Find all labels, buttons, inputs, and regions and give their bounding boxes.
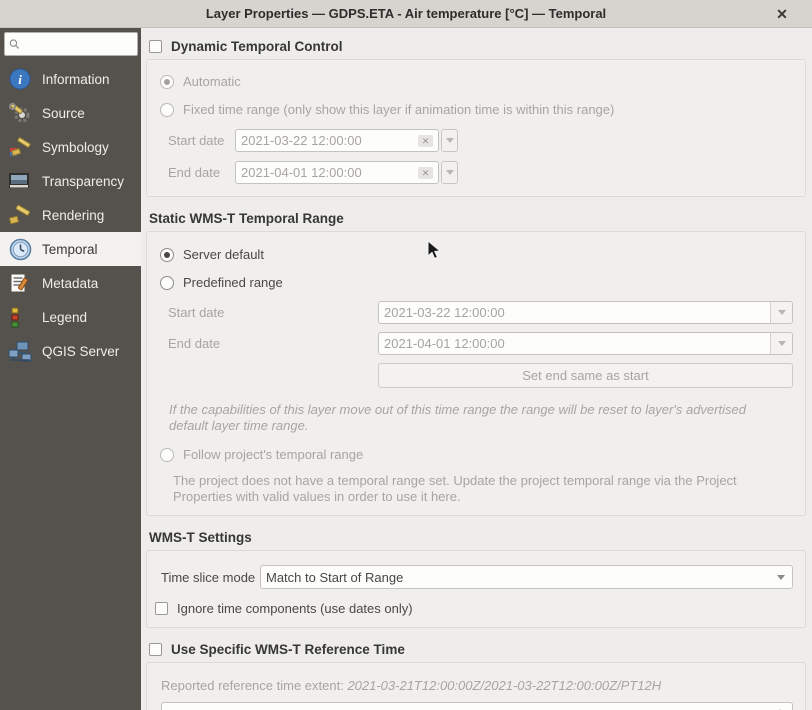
- reference-time-panel: Reported reference time extent: 2021-03-…: [146, 662, 806, 710]
- legend-icon: [7, 305, 33, 329]
- dropdown-button[interactable]: [770, 302, 792, 323]
- dynamic-temporal-control-panel: Automatic Fixed time range (only show th…: [146, 59, 806, 197]
- predefined-range-radio[interactable]: [160, 276, 174, 290]
- predefined-range-label: Predefined range: [183, 275, 283, 290]
- calendar-dropdown-button[interactable]: [441, 129, 458, 152]
- chevron-down-icon: [446, 170, 454, 175]
- chevron-down-icon: [777, 575, 785, 580]
- automatic-label: Automatic: [183, 74, 241, 89]
- time-slice-mode-combobox[interactable]: Match to Start of Range: [260, 565, 793, 589]
- chevron-down-icon: [778, 310, 786, 315]
- section-title: Static WMS-T Temporal Range: [149, 211, 344, 226]
- automatic-radio[interactable]: [160, 75, 174, 89]
- start-date-value: 2021-03-22 12:00:00: [384, 305, 505, 320]
- dropdown-button[interactable]: [770, 333, 792, 354]
- sidebar-item-metadata[interactable]: Metadata: [0, 266, 141, 300]
- dynamic-temporal-control-header: Dynamic Temporal Control: [141, 30, 812, 59]
- follow-project-range-label: Follow project's temporal range: [183, 447, 363, 462]
- start-date-label: Start date: [168, 133, 235, 148]
- sidebar-item-label: QGIS Server: [42, 344, 119, 359]
- qgis-server-icon: [7, 339, 33, 363]
- start-date-field[interactable]: 2021-03-22 12:00:00: [378, 301, 793, 324]
- sidebar-item-label: Information: [42, 72, 110, 87]
- ignore-time-components-checkbox[interactable]: [155, 602, 168, 615]
- capabilities-note: If the capabilities of this layer move o…: [169, 402, 759, 434]
- close-icon[interactable]: ✕: [772, 4, 792, 24]
- project-range-note: The project does not have a temporal ran…: [173, 473, 759, 505]
- chevron-down-icon: [778, 341, 786, 346]
- ignore-time-components-label: Ignore time components (use dates only): [177, 601, 413, 616]
- static-wmst-range-panel: Server default Predefined range Start da…: [146, 231, 806, 516]
- start-date-value: 2021-03-22 12:00:00: [241, 133, 362, 148]
- sidebar-item-symbology[interactable]: Symbology: [0, 130, 141, 164]
- dropdown-button[interactable]: [770, 566, 792, 588]
- sidebar-item-source[interactable]: Source: [0, 96, 141, 130]
- reference-extent-prefix: Reported reference time extent:: [161, 678, 347, 693]
- dynamic-temporal-control-checkbox[interactable]: [149, 40, 162, 53]
- reference-extent-text: Reported reference time extent: 2021-03-…: [161, 678, 661, 694]
- static-wmst-range-header: Static WMS-T Temporal Range: [141, 203, 812, 231]
- search-input[interactable]: [24, 37, 133, 52]
- time-slice-mode-value: Match to Start of Range: [266, 570, 403, 585]
- symbology-icon: [7, 135, 33, 159]
- start-date-field[interactable]: 2021-03-22 12:00:00 ✕: [235, 129, 439, 152]
- sidebar-item-rendering[interactable]: Rendering: [0, 198, 141, 232]
- sidebar-item-label: Temporal: [42, 242, 98, 257]
- wmst-settings-panel: Time slice mode Match to Start of Range …: [146, 550, 806, 628]
- fixed-time-range-label: Fixed time range (only show this layer i…: [183, 102, 614, 117]
- end-date-value: 2021-04-01 12:00:00: [384, 336, 505, 351]
- source-icon: [7, 101, 33, 125]
- sidebar-item-label: Rendering: [42, 208, 104, 223]
- reference-time-value: 2021-03-21 12:00:00: [167, 707, 288, 710]
- sidebar-item-temporal[interactable]: Temporal: [0, 232, 141, 266]
- fixed-time-range-radio[interactable]: [160, 103, 174, 117]
- end-date-field[interactable]: 2021-04-01 12:00:00 ✕: [235, 161, 439, 184]
- follow-project-range-radio[interactable]: [160, 448, 174, 462]
- information-icon: i: [7, 67, 33, 91]
- chevron-down-icon: [446, 138, 454, 143]
- calendar-dropdown-button[interactable]: [441, 161, 458, 184]
- use-reference-time-checkbox[interactable]: [149, 643, 162, 656]
- metadata-icon: [7, 271, 33, 295]
- end-date-value: 2021-04-01 12:00:00: [241, 165, 362, 180]
- sidebar-item-label: Metadata: [42, 276, 98, 291]
- end-date-field[interactable]: 2021-04-01 12:00:00: [378, 332, 793, 355]
- titlebar: Layer Properties — GDPS.ETA - Air temper…: [0, 0, 812, 28]
- sidebar-item-information[interactable]: i Information: [0, 62, 141, 96]
- time-slice-mode-label: Time slice mode: [161, 570, 255, 585]
- mouse-cursor: [427, 240, 443, 262]
- temporal-properties-page: Dynamic Temporal Control Automatic Fixed…: [141, 28, 812, 710]
- wmst-settings-header: WMS-T Settings: [141, 522, 812, 550]
- sidebar-item-transparency[interactable]: Transparency: [0, 164, 141, 198]
- server-default-radio[interactable]: [160, 248, 174, 262]
- sidebar-item-legend[interactable]: Legend: [0, 300, 141, 334]
- sidebar: i Information Source Symbology Transpare…: [0, 28, 141, 710]
- start-date-label: Start date: [168, 305, 224, 320]
- svg-text:i: i: [18, 72, 22, 87]
- window-title: Layer Properties — GDPS.ETA - Air temper…: [206, 6, 606, 21]
- temporal-icon: [7, 237, 33, 261]
- sidebar-item-label: Legend: [42, 310, 87, 325]
- button-label: Set end same as start: [522, 368, 648, 383]
- server-default-label: Server default: [183, 247, 264, 262]
- reference-time-field[interactable]: 2021-03-21 12:00:00: [161, 702, 793, 710]
- section-title: Use Specific WMS-T Reference Time: [171, 642, 405, 657]
- sidebar-search[interactable]: [4, 32, 138, 56]
- section-title: WMS-T Settings: [149, 530, 252, 545]
- sidebar-item-label: Source: [42, 106, 85, 121]
- clear-icon[interactable]: ✕: [418, 167, 433, 179]
- reference-time-header: Use Specific WMS-T Reference Time: [141, 634, 812, 662]
- end-date-label: End date: [168, 336, 220, 351]
- set-end-same-as-start-button[interactable]: Set end same as start: [378, 363, 793, 388]
- sidebar-item-qgis-server[interactable]: QGIS Server: [0, 334, 141, 368]
- search-icon: [9, 38, 20, 50]
- clear-icon[interactable]: ✕: [418, 135, 433, 147]
- rendering-icon: [7, 203, 33, 227]
- end-date-label: End date: [168, 165, 235, 180]
- transparency-icon: [7, 169, 33, 193]
- sidebar-item-label: Symbology: [42, 140, 109, 155]
- section-title: Dynamic Temporal Control: [171, 39, 343, 54]
- reference-extent-value: 2021-03-21T12:00:00Z/2021-03-22T12:00:00…: [347, 678, 661, 693]
- sidebar-item-label: Transparency: [42, 174, 124, 189]
